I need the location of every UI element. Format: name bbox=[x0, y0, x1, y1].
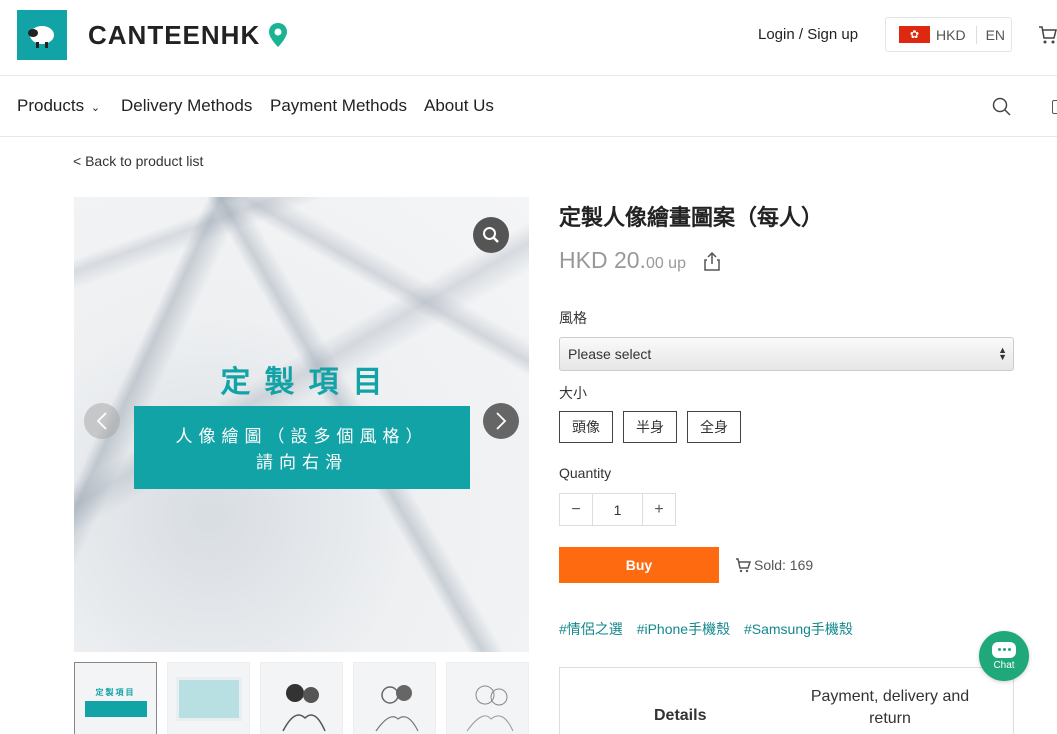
quantity-label: Quantity bbox=[559, 465, 612, 481]
quantity-input[interactable]: 1 bbox=[592, 494, 643, 525]
main-nav: Products ⌄ Delivery Methods Payment Meth… bbox=[0, 76, 1057, 137]
previous-image-button[interactable] bbox=[84, 403, 120, 439]
nav-products[interactable]: Products ⌄ bbox=[17, 96, 100, 116]
tab-details[interactable]: Details bbox=[654, 707, 706, 725]
thumbnail-photo-frame bbox=[176, 677, 242, 721]
size-option-head[interactable]: 頭像 bbox=[559, 411, 613, 443]
sold-cart-icon bbox=[736, 558, 751, 573]
search-icon[interactable] bbox=[992, 97, 1011, 121]
sheep-logo-icon bbox=[28, 26, 54, 48]
next-image-button[interactable] bbox=[483, 403, 519, 439]
cart-icon[interactable] bbox=[1038, 25, 1057, 50]
chevron-left-icon bbox=[96, 412, 107, 430]
image-banner-line2: 請向右滑 bbox=[256, 453, 348, 472]
chevron-right-icon bbox=[496, 412, 507, 430]
brand-name[interactable]: CANTEENHK bbox=[88, 20, 260, 51]
portrait-sketch-icon bbox=[282, 684, 326, 732]
currency-label[interactable]: HKD bbox=[936, 27, 966, 43]
nav-about-us[interactable]: About Us bbox=[424, 96, 494, 116]
decrease-quantity-button[interactable]: − bbox=[560, 494, 592, 525]
product-price: HKD 20.00 up bbox=[559, 247, 686, 274]
info-tabs: Details Payment, delivery and return bbox=[559, 667, 1014, 734]
logo[interactable] bbox=[17, 10, 67, 60]
language-label[interactable]: EN bbox=[986, 27, 1005, 43]
thumbnail-4[interactable] bbox=[353, 662, 436, 734]
quantity-stepper: − 1 + bbox=[559, 493, 676, 526]
nav-payment-methods[interactable]: Payment Methods bbox=[270, 96, 407, 116]
size-option-full-body[interactable]: 全身 bbox=[687, 411, 741, 443]
increase-quantity-button[interactable]: + bbox=[643, 494, 675, 525]
portrait-sketch-icon bbox=[375, 685, 419, 732]
style-select[interactable]: Please select ▲ ▼ bbox=[559, 337, 1014, 371]
thumbnail-5[interactable] bbox=[446, 662, 529, 734]
back-to-product-list-link[interactable]: < Back to product list bbox=[73, 153, 203, 169]
sold-count: Sold: 169 bbox=[735, 557, 813, 573]
thumbnail-band bbox=[85, 701, 147, 717]
chat-bubble-icon bbox=[992, 641, 1016, 658]
tag-couples-choice[interactable]: #情侶之選 bbox=[559, 621, 623, 637]
image-title: 定製項目 bbox=[220, 366, 397, 399]
thumbnail-1[interactable]: 定製項目 bbox=[74, 662, 157, 734]
nav-delivery-methods[interactable]: Delivery Methods bbox=[121, 96, 252, 116]
tab-payment-delivery-return[interactable]: Payment, delivery and return bbox=[790, 686, 990, 730]
chat-label: Chat bbox=[993, 659, 1015, 671]
image-banner: 人像繪圖（設多個風格） 請向右滑 bbox=[134, 406, 470, 489]
select-arrows-icon: ▲ ▼ bbox=[998, 345, 1007, 362]
product-title: 定製人像繪畫圖案（每人） bbox=[559, 205, 824, 230]
buy-button[interactable]: Buy bbox=[559, 547, 719, 583]
style-select-value: Please select bbox=[568, 346, 652, 362]
size-label: 大小 bbox=[559, 385, 587, 401]
login-signup-link[interactable]: Login / Sign up bbox=[758, 26, 858, 43]
thumbnail-3[interactable] bbox=[260, 662, 343, 734]
thumbnail-2[interactable] bbox=[167, 662, 250, 734]
zoom-icon[interactable] bbox=[473, 217, 509, 253]
tag-samsung-case[interactable]: #Samsung手機殼 bbox=[744, 621, 853, 637]
portrait-sketch-icon bbox=[466, 685, 514, 732]
thumbnail-title: 定製項目 bbox=[95, 688, 136, 697]
divider bbox=[975, 25, 977, 44]
price-main: HKD 20. bbox=[559, 247, 646, 273]
chevron-down-icon: ⌄ bbox=[90, 102, 101, 114]
chat-button[interactable]: Chat bbox=[979, 631, 1029, 681]
hk-flag-icon: ✿ bbox=[899, 26, 930, 43]
top-bar: CANTEENHK Login / Sign up ✿ HKD EN bbox=[0, 0, 1057, 76]
price-suffix: 00 up bbox=[645, 255, 686, 272]
tag-iphone-case[interactable]: #iPhone手機殼 bbox=[637, 621, 730, 637]
location-pin-icon[interactable] bbox=[268, 22, 288, 53]
sold-text: Sold: 169 bbox=[754, 557, 814, 573]
tab-payment-line1: Payment, delivery and bbox=[810, 688, 970, 705]
thumbnail-strip: 定製項目 bbox=[74, 662, 534, 734]
share-icon[interactable] bbox=[703, 251, 721, 276]
image-banner-line1: 人像繪圖（設多個風格） bbox=[175, 427, 429, 446]
style-label: 風格 bbox=[559, 310, 587, 326]
tag-list: #情侶之選 #iPhone手機殼 #Samsung手機殼 bbox=[559, 619, 863, 639]
size-option-half-body[interactable]: 半身 bbox=[623, 411, 677, 443]
product-main-image[interactable]: 定製項目 人像繪圖（設多個風格） 請向右滑 bbox=[74, 197, 529, 652]
bag-icon[interactable] bbox=[1052, 100, 1057, 114]
nav-products-label: Products bbox=[17, 96, 85, 115]
currency-language-switcher[interactable]: ✿ HKD EN bbox=[885, 17, 1012, 52]
tab-payment-line2: return bbox=[869, 710, 911, 727]
